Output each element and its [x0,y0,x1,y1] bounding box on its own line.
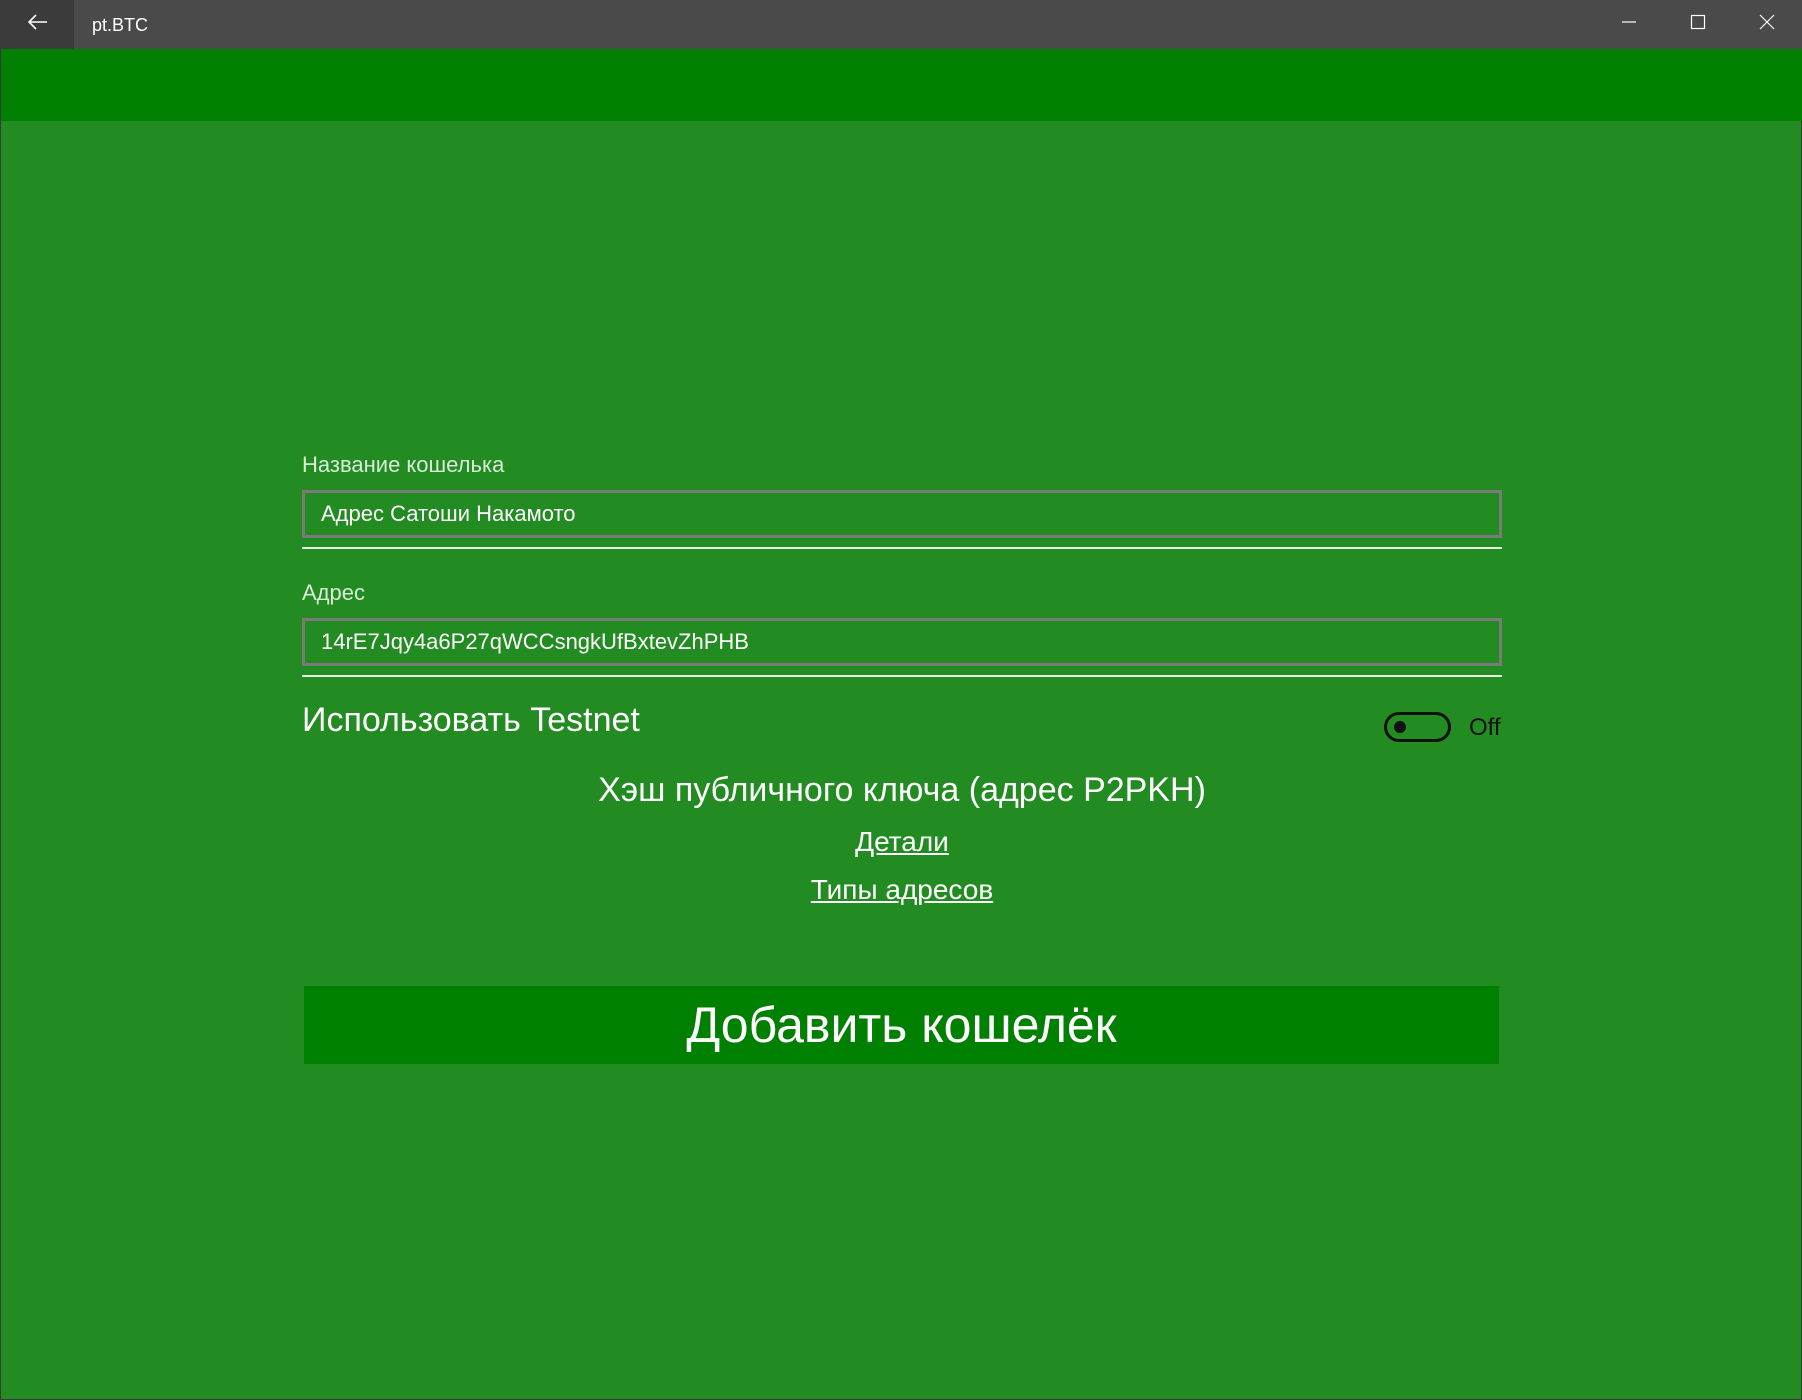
add-wallet-button[interactable]: Добавить кошелёк [304,986,1499,1064]
back-arrow-icon [27,14,48,35]
title-bar: pt.BTC [1,0,1802,49]
address-types-link[interactable]: Типы адресов [1,874,1802,906]
toggle-state-label: Off [1469,714,1501,741]
divider [302,675,1502,677]
testnet-toggle[interactable] [1384,712,1451,742]
app-window: pt.BTC Название кошелька Адрес Использов… [0,0,1802,1400]
address-label: Адрес [302,580,365,605]
address-input[interactable] [302,618,1502,666]
wallet-name-input[interactable] [302,490,1502,538]
close-icon [1759,14,1775,35]
maximize-button[interactable] [1663,0,1732,49]
maximize-icon [1690,14,1706,35]
details-link[interactable]: Детали [1,826,1802,858]
address-type-text: Хэш публичного ключа (адрес P2PKH) [598,771,1206,809]
toggle-knob [1394,721,1406,733]
app-title: pt.BTC [92,15,149,35]
minimize-icon [1621,14,1637,35]
testnet-label: Использовать Testnet [302,701,640,739]
back-button[interactable] [1,0,74,49]
divider [302,547,1502,549]
header-band [1,49,1802,121]
close-button[interactable] [1732,0,1801,49]
wallet-name-label: Название кошелька [302,452,505,477]
minimize-button[interactable] [1594,0,1663,49]
